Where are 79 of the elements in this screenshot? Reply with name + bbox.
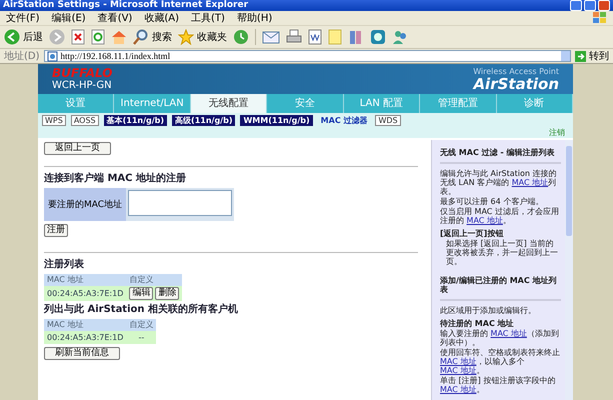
favorites-button[interactable]: 收藏夹 (178, 29, 227, 45)
help-text: 此区域用于添加或编辑行。 (440, 306, 537, 315)
close-button[interactable] (598, 0, 610, 11)
back-button[interactable]: 后退 (4, 29, 43, 45)
mail-icon[interactable] (262, 30, 280, 44)
help-text: 单击 [注册] 按钮注册该字段中的 MAC 地址。 (440, 376, 556, 394)
stop-icon[interactable] (71, 29, 85, 45)
document-icon[interactable] (308, 29, 322, 45)
window-title: AirStation Settings - Microsoft Internet Explorer (3, 0, 248, 11)
go-arrow-icon (575, 50, 586, 62)
table-cell: 00:24:A5:A3:7E:1D (44, 331, 126, 344)
subtab[interactable]: WMM(11n/g/b) (240, 115, 313, 126)
help-link[interactable]: MAC 地址 (440, 366, 476, 375)
model-name: WCR-HP-GN (52, 80, 112, 91)
search-button[interactable]: 搜索 (133, 29, 172, 45)
menu-item[interactable]: 收藏(A) (144, 11, 179, 25)
help-text: 最多可以注册 64 个客户端。 (440, 197, 544, 206)
help-text: 编辑允许与此 AirStation 连接的无线 LAN 客户端的 MAC 地址列表。 (440, 169, 558, 196)
column-header: 自定义 (126, 274, 182, 286)
subtab[interactable]: AOSS (70, 115, 99, 126)
minimize-button[interactable] (570, 0, 582, 11)
note-icon[interactable] (328, 29, 342, 45)
address-field[interactable]: http://192.168.11.1/index.html (44, 50, 571, 62)
section-heading: 连接到客户端 MAC 地址的注册 (44, 173, 186, 185)
column-header: MAC 地址 (44, 274, 126, 286)
scrollbar[interactable] (565, 140, 573, 400)
column-header: 自定义 (126, 319, 156, 331)
help-text: 使用回车符、空格或制表符来终止 MAC 地址，以输入多个 MAC 地址。 (440, 348, 561, 375)
history-icon[interactable] (233, 29, 249, 45)
register-button[interactable]: 注册 (44, 224, 68, 237)
menu-item[interactable]: 文件(F) (6, 11, 40, 25)
help-subtitle: 待注册的 MAC 地址 (440, 319, 515, 328)
table-cell: -- (126, 331, 156, 344)
windows-logo-icon (593, 12, 607, 24)
table-cell: 00:24:A5:A3:7E:1D (44, 286, 126, 301)
section-heading: 列出与此 AirStation 相关联的所有客户机 (44, 304, 238, 316)
people-icon[interactable] (392, 29, 408, 45)
logout-link[interactable]: 注销 (549, 128, 565, 137)
maximize-button[interactable] (584, 0, 596, 11)
subtab[interactable]: MAC 过滤器 (318, 115, 370, 126)
subtab[interactable]: 基本(11n/g/b) (104, 115, 168, 126)
tagline: Wireless Access Point (473, 66, 559, 76)
delete-button[interactable]: 删除 (155, 287, 180, 300)
subtab[interactable]: 高级(11n/g/b) (172, 115, 236, 126)
subtab[interactable]: WPS (42, 115, 66, 126)
help-link[interactable]: MAC 地址 (512, 178, 548, 187)
refresh-icon[interactable] (91, 29, 105, 45)
search-icon (133, 29, 149, 45)
back-button[interactable]: 返回上一页 (44, 142, 111, 155)
menu-item[interactable]: 查看(V) (98, 11, 132, 25)
help-subtitle: [返回上一页]按钮 (440, 229, 504, 238)
column-header: MAC 地址 (44, 319, 126, 331)
product-logo: AirStation (473, 76, 559, 92)
menu-item[interactable]: 编辑(E) (52, 11, 86, 25)
help-link[interactable]: MAC 地址 (440, 385, 476, 394)
brand-logo: BUFFALO (52, 67, 112, 80)
help-link[interactable]: MAC 地址 (466, 216, 503, 225)
menu-item[interactable]: 帮助(H) (236, 11, 272, 25)
help-link[interactable]: MAC 地址 (490, 329, 527, 338)
home-icon[interactable] (111, 29, 127, 45)
star-icon (178, 29, 194, 45)
mac-input-field[interactable] (128, 190, 232, 216)
help-text: 输入要注册的 MAC 地址（添加到列表中）。 (440, 329, 560, 347)
go-button[interactable]: 转到 (575, 49, 609, 63)
subtab[interactable]: WDS (375, 115, 401, 126)
address-label: 地址(D) (4, 50, 40, 63)
help-text: 仅当启用 MAC 过滤后，才会应用注册的 MAC 地址。 (440, 207, 560, 225)
help-link[interactable]: MAC 地址 (440, 357, 476, 366)
menu-item[interactable]: 工具(T) (191, 11, 225, 25)
page-icon (46, 50, 58, 62)
help-title: 添加/编辑已注册的 MAC 地址列表 (440, 272, 561, 301)
edit-button[interactable]: 编辑 (129, 287, 154, 300)
help-text: 如果选择 [返回上一页] 当前的更改将被丢弃，并一起回到上一页。 (445, 239, 559, 266)
field-label: 要注册的MAC地址 (44, 188, 126, 221)
printer-icon[interactable] (286, 29, 302, 45)
section-heading: 注册列表 (44, 259, 84, 271)
nav-tab[interactable]: 无线配置 (190, 94, 268, 113)
refresh-button[interactable]: 刷新当前信息 (44, 347, 120, 360)
help-title: 无线 MAC 过滤 - 编辑注册列表 (440, 144, 561, 164)
